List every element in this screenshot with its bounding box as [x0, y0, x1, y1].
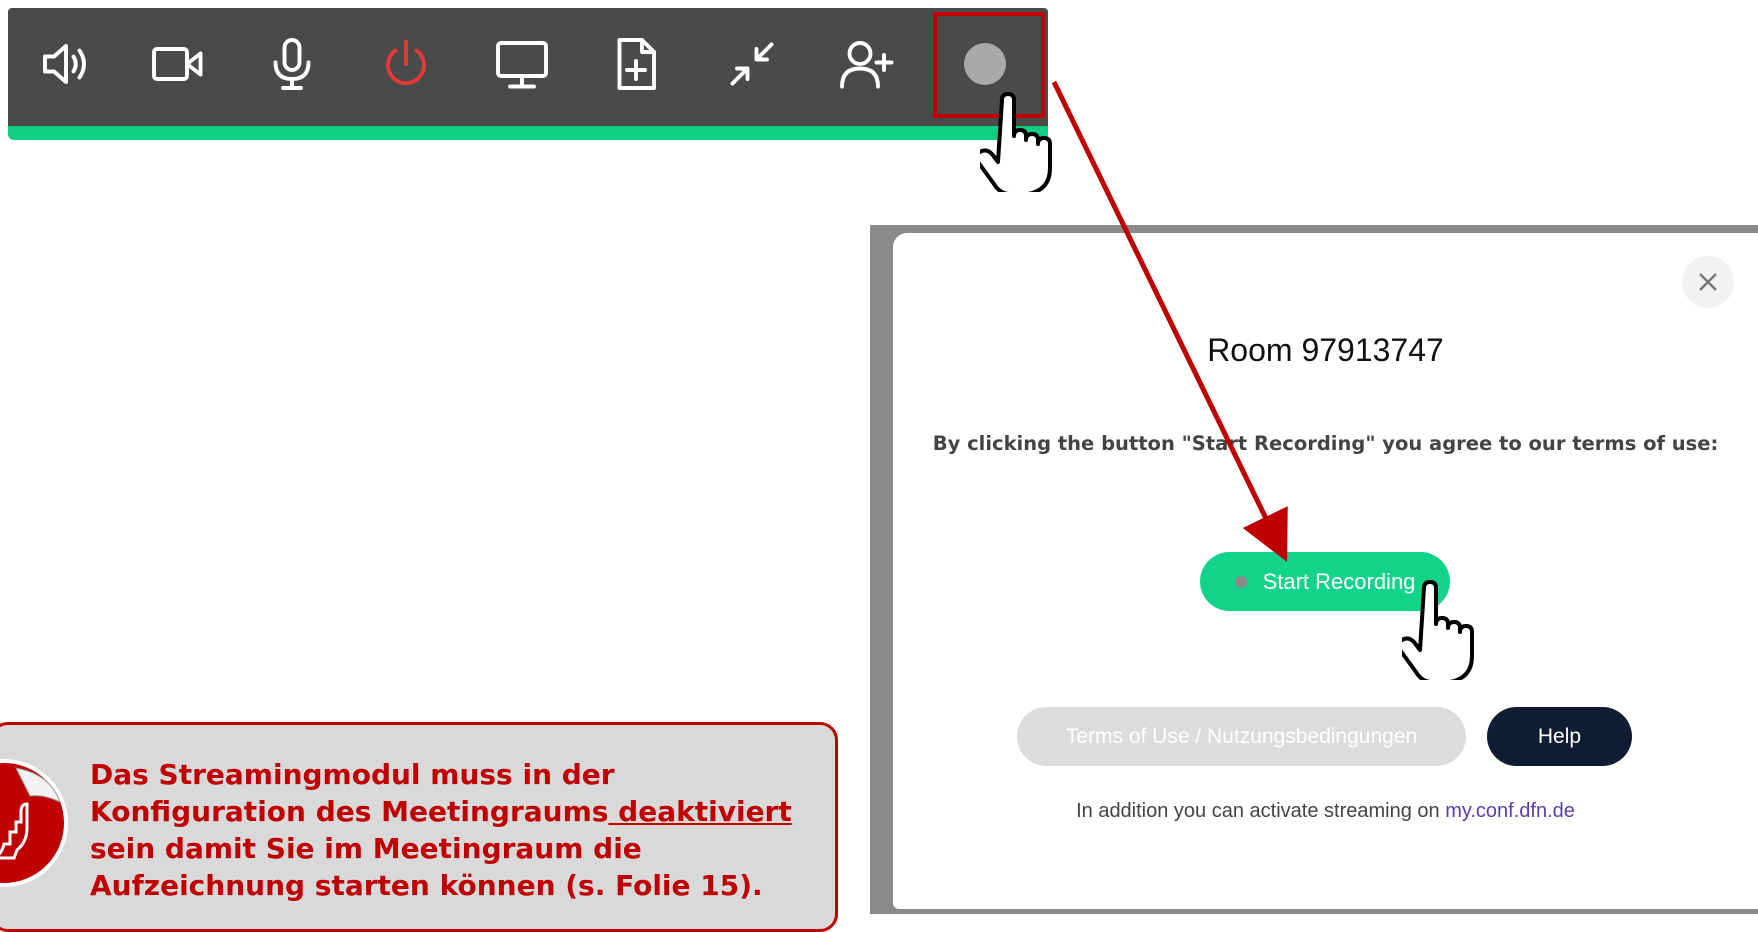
info-text-part1: Das Streamingmodul muss in der Konfigura…	[90, 758, 615, 828]
microphone-icon[interactable]	[260, 32, 324, 96]
raised-fist-sticker-icon	[0, 759, 68, 887]
hand-pointer-icon	[980, 92, 1052, 192]
close-button[interactable]	[1682, 256, 1734, 308]
info-text: Das Streamingmodul muss in der Konfigura…	[90, 756, 830, 904]
recording-dot-icon	[1234, 575, 1247, 588]
power-icon[interactable]	[374, 32, 438, 96]
info-text-part2: sein damit Sie im Meetingraum die Aufzei…	[90, 832, 763, 902]
streaming-hint-text: In addition you can activate streaming o…	[1076, 800, 1446, 822]
screen-share-icon[interactable]	[490, 32, 554, 96]
add-file-icon[interactable]	[604, 32, 668, 96]
close-icon	[1699, 273, 1717, 291]
camera-icon[interactable]	[146, 32, 210, 96]
speaker-icon[interactable]	[34, 32, 98, 96]
start-recording-label: Start Recording	[1262, 568, 1416, 594]
streaming-hint: In addition you can activate streaming o…	[893, 800, 1758, 823]
info-text-emphasis: deaktiviert	[608, 795, 792, 828]
terms-notice: By clicking the button "Start Recording"…	[932, 432, 1719, 455]
toolbar-status-strip	[8, 126, 1048, 140]
help-button[interactable]: Help	[1487, 707, 1632, 766]
room-title: Room 97913747	[1207, 332, 1444, 368]
streaming-link[interactable]: my.conf.dfn.de	[1445, 800, 1575, 822]
minimize-icon[interactable]	[720, 32, 784, 96]
add-user-icon[interactable]	[834, 32, 898, 96]
hand-pointer-icon	[1402, 580, 1474, 680]
terms-of-use-button[interactable]: Terms of Use / Nutzungsbedingungen	[1017, 707, 1466, 766]
